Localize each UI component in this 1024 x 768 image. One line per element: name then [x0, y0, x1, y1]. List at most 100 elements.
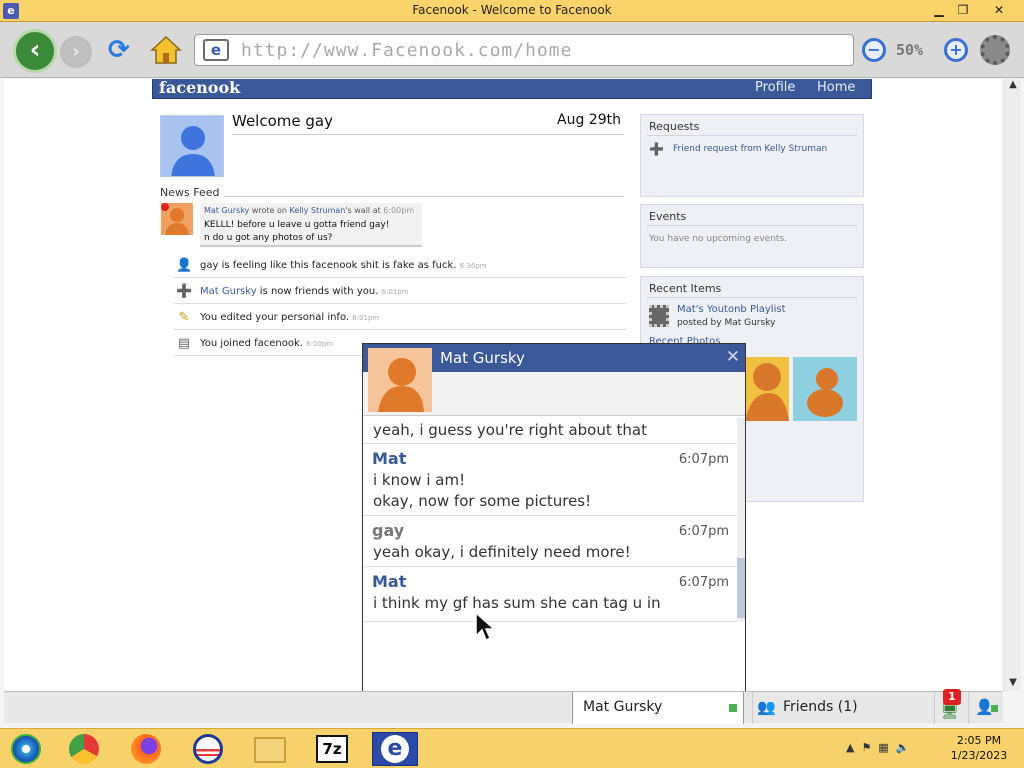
friend-request-link[interactable]: Friend request from Kelly Struman	[673, 144, 827, 154]
site-header: facenook Profile Home	[152, 79, 872, 99]
requests-box: Requests ➕ Friend request from Kelly Str…	[640, 114, 864, 197]
feed-time: 6:36pm	[459, 262, 487, 270]
chat-scrollbar[interactable]	[737, 418, 745, 622]
title-bar: e Facenook - Welcome to Facenook ▁ ❐ ✕	[0, 0, 1024, 22]
wall-post-header: Mat Gursky wrote on Kelly Struman's wall…	[204, 206, 414, 215]
obama-icon[interactable]	[188, 732, 228, 766]
zoom-in-button[interactable]: +	[944, 38, 968, 62]
forward-button[interactable]: ›	[60, 36, 92, 68]
gear-icon[interactable]	[980, 35, 1010, 65]
minimize-button[interactable]: ▁	[928, 2, 950, 19]
url-text: http://www.Facenook.com/home	[241, 40, 573, 61]
address-bar[interactable]: e http://www.Facenook.com/home	[194, 34, 854, 66]
events-box: Events You have no upcoming events.	[640, 204, 864, 268]
page-scrollbar[interactable]: ▲ ▼	[1003, 79, 1021, 691]
clock-date: 1/23/2023	[950, 749, 1008, 762]
scroll-down-icon[interactable]: ▼	[1004, 677, 1022, 691]
chat-time: 6:07pm	[678, 524, 729, 539]
requests-title: Requests	[649, 120, 700, 133]
divider	[647, 135, 857, 136]
friends-label: Friends (1)	[783, 699, 858, 715]
browser-e-icon[interactable]: e	[372, 732, 418, 766]
browser-toolbar: ‹ › ⟳ e http://www.Facenook.com/home − 5…	[0, 22, 1024, 78]
chat-message-text: i think my gf has sum she can tag u in	[373, 594, 661, 612]
online-indicator	[991, 705, 998, 712]
feed-time: 6:00pm	[306, 340, 334, 348]
taskbar: 7z e ▲ ⚑ ▦ 🔈 2:05 PM 1/23/2023	[0, 728, 1024, 768]
feed-text: is now friends with you.	[256, 286, 379, 297]
chat-message: gay 6:07pm yeah okay, i definitely need …	[363, 516, 737, 567]
chat-tab[interactable]: Mat Gursky	[572, 692, 744, 724]
film-icon	[649, 305, 669, 327]
firefox-icon[interactable]	[126, 732, 166, 766]
close-button[interactable]: ✕	[988, 2, 1010, 19]
feed-time: 6:01pm	[381, 288, 409, 296]
maximize-button[interactable]: ❐	[952, 2, 974, 19]
feed-link[interactable]: Mat Gursky	[200, 286, 257, 297]
profile-avatar[interactable]	[160, 115, 224, 177]
7zip-icon[interactable]: 7z	[312, 732, 352, 766]
chat-avatar[interactable]	[368, 348, 432, 412]
news-feed-label: News Feed	[160, 186, 220, 199]
wall-post-line: KELLL! before u leave u gotta friend gay…	[204, 220, 390, 230]
zoom-level: 50%	[896, 41, 924, 59]
chat-time: 6:07pm	[678, 452, 729, 467]
online-indicator	[729, 704, 737, 712]
online-status-button[interactable]: 👤	[968, 692, 1003, 724]
chat-bar: Mat Gursky 👥 Friends (1) 🖥 1 👤	[4, 689, 1003, 724]
photo-thumbnail[interactable]	[793, 357, 857, 421]
page-e-icon: e	[203, 39, 229, 61]
home-icon[interactable]	[150, 34, 182, 66]
chat-title: Mat Gursky	[440, 349, 525, 367]
media-center-icon[interactable]	[6, 732, 46, 766]
nav-profile-link[interactable]: Profile	[755, 80, 795, 95]
folder-icon[interactable]	[250, 732, 290, 766]
refresh-icon[interactable]: ⟳	[108, 36, 136, 64]
feed-text: gay is feeling like this facenook shit i…	[200, 260, 457, 271]
divider	[232, 134, 624, 135]
welcome-text: Welcome gay	[232, 112, 333, 130]
posted-by: posted by Mat Gursky	[677, 318, 776, 328]
chat-scroll-thumb[interactable]	[737, 558, 745, 618]
chat-message-text: yeah, i guess you're right about that	[373, 421, 647, 439]
clock-time: 2:05 PM	[956, 734, 1002, 747]
chat-message-text: yeah okay, i definitely need more!	[373, 543, 631, 561]
feed-text: You joined facenook.	[200, 338, 303, 349]
profile-card-icon: ▤	[177, 336, 191, 351]
system-tray[interactable]: ▲ ⚑ ▦ 🔈	[846, 741, 909, 754]
friends-icon: 👥	[757, 698, 776, 716]
playlist-link[interactable]: Mat's Youtonb Playlist	[677, 304, 786, 315]
site-logo[interactable]: facenook	[159, 79, 240, 97]
nav-home-link[interactable]: Home	[817, 80, 855, 95]
wall-post-avatar[interactable]	[161, 203, 193, 235]
window-title: Facenook - Welcome to Facenook	[412, 3, 612, 17]
wall-post-target-link[interactable]: Kelly Struman	[290, 206, 346, 215]
pencil-icon: ✎	[178, 310, 190, 325]
recent-items-title: Recent Items	[649, 282, 722, 295]
wall-post: Mat Gursky wrote on Kelly Struman's wall…	[200, 203, 422, 247]
wall-post-author-link[interactable]: Mat Gursky	[204, 206, 249, 215]
clock[interactable]: 2:05 PM 1/23/2023	[942, 733, 1016, 763]
chat-sender: Mat	[372, 449, 407, 468]
feed-item: ✎ You edited your personal info. 6:01pm	[174, 306, 626, 330]
chat-message: Mat 6:07pm i know i am! okay, now for so…	[363, 444, 737, 516]
chat-window: Mat Gursky ✕ yeah, i guess you're right …	[362, 343, 746, 693]
chat-close-icon[interactable]: ✕	[726, 347, 740, 367]
chat-input[interactable]	[363, 624, 745, 692]
back-button[interactable]: ‹	[13, 29, 57, 73]
notifications-button[interactable]: 🖥 1	[934, 689, 968, 724]
zoom-out-button[interactable]: −	[862, 38, 886, 62]
chat-sender: Mat	[372, 572, 407, 591]
chrome-icon[interactable]	[64, 732, 104, 766]
divider	[224, 196, 624, 197]
divider	[647, 225, 857, 226]
chat-sender: gay	[372, 521, 405, 540]
feed-time: 6:01pm	[352, 314, 380, 322]
notification-icon: 🖥	[941, 704, 959, 720]
feed-text: You edited your personal info.	[200, 312, 350, 323]
chat-message-text: okay, now for some pictures!	[373, 492, 592, 510]
scroll-up-icon[interactable]: ▲	[1004, 79, 1022, 93]
wall-post-text: wrote on	[249, 206, 290, 215]
notification-dot	[161, 203, 169, 211]
friends-online-button[interactable]: 👥 Friends (1)	[752, 692, 926, 724]
